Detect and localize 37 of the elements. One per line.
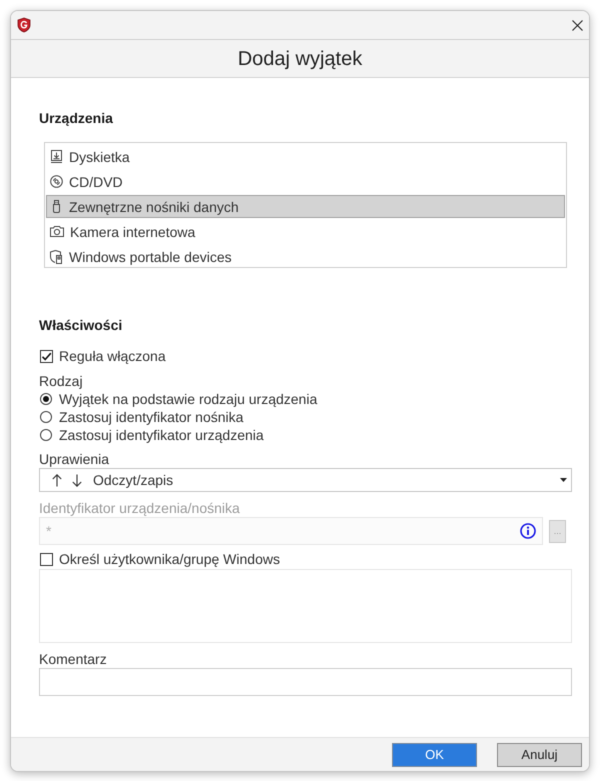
radio-button[interactable]	[40, 429, 52, 441]
section-heading: Właściwości	[39, 316, 124, 334]
device-list-item[interactable]: Dyskietka	[46, 144, 565, 169]
shield-phone-icon	[50, 250, 63, 264]
cancel-button[interactable]: Anuluj	[497, 742, 582, 766]
radio-button[interactable]	[40, 411, 52, 423]
field-label: Identyfikator urządzenia/nośnika	[39, 499, 241, 517]
device-list-item[interactable]: Zewnętrzne nośniki danych	[46, 195, 565, 218]
device-list-item[interactable]: Kamera internetowa	[46, 219, 565, 244]
arrow-down-icon	[72, 474, 82, 486]
usb-stick-icon	[50, 200, 63, 213]
field-label: Uprawienia	[39, 450, 110, 468]
arrow-up-icon	[52, 474, 62, 486]
radio-label: Zastosuj identyfikator nośnika	[59, 408, 244, 426]
caret-icon	[560, 478, 567, 482]
shield-icon	[16, 17, 32, 33]
device-list-item[interactable]: Windows portable devices	[46, 244, 565, 269]
dialog-title: Dodaj wyjątek	[238, 46, 362, 70]
checkbox[interactable]	[40, 552, 53, 566]
camera-icon	[50, 225, 64, 238]
radio-label: Wyjątek na podstawie rodzaju urządzenia	[59, 390, 318, 408]
disc-icon	[50, 175, 63, 188]
info-icon[interactable]	[520, 523, 536, 539]
close-icon	[572, 20, 582, 30]
field-label: Komentarz	[39, 650, 108, 668]
comment-field[interactable]	[39, 668, 572, 696]
ok-button[interactable]: OK	[392, 742, 477, 766]
checkbox-label: Reguła włączona	[59, 347, 166, 365]
device-list-item[interactable]: CD/DVD	[46, 169, 565, 194]
radio-button[interactable]	[40, 393, 52, 405]
download-tray-icon	[50, 150, 63, 163]
checkbox[interactable]	[40, 350, 53, 362]
field-label: Rodzaj	[39, 372, 84, 390]
section-heading: Urządzenia	[39, 109, 114, 127]
radio-label: Zastosuj identyfikator urządzenia	[59, 426, 264, 444]
permissions-dropdown[interactable]: Odczyt/zapis	[39, 468, 572, 492]
checkbox-label: Określ użytkownika/grupę Windows	[59, 550, 280, 568]
